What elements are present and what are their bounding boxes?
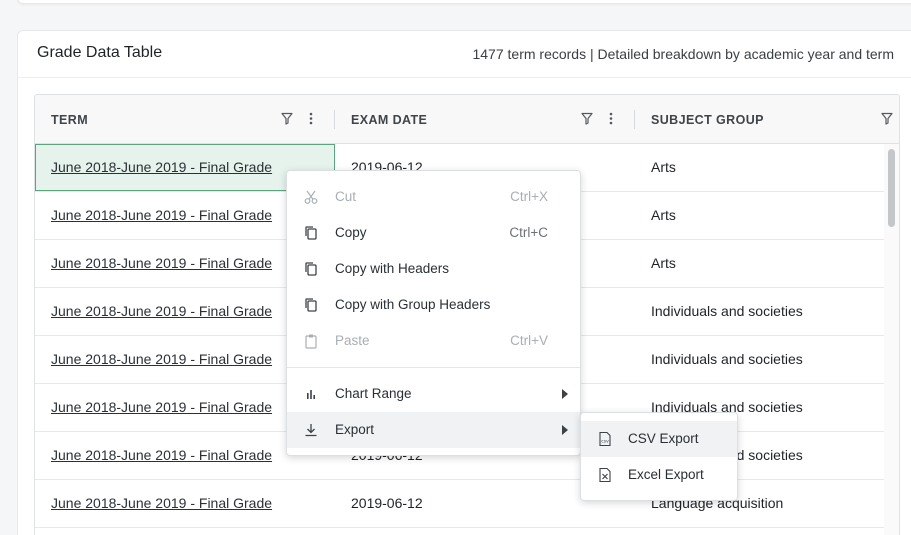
grid-header: TERM EXAM DATE SUBJECT GROUP bbox=[35, 95, 899, 144]
menu-item-cut[interactable]: Cut Ctrl+X bbox=[287, 179, 580, 215]
cell-subject-group[interactable]: Individuals and societies bbox=[635, 336, 886, 383]
menu-item-label: Cut bbox=[335, 189, 357, 204]
menu-item-label: Copy with Group Headers bbox=[335, 297, 491, 312]
column-header-label: EXAM DATE bbox=[351, 113, 428, 127]
column-header-subject-group[interactable]: SUBJECT GROUP bbox=[635, 95, 899, 144]
menu-item-excel-export[interactable]: Excel Export bbox=[581, 457, 737, 493]
table-row[interactable]: June 2018-June 2019 - Final Grade2019-06… bbox=[35, 480, 886, 528]
column-header-term[interactable]: TERM bbox=[35, 95, 335, 144]
card-subtitle: 1477 term records | Detailed breakdown b… bbox=[472, 46, 894, 62]
download-icon bbox=[305, 424, 317, 437]
copy-icon bbox=[305, 298, 317, 312]
menu-item-label: Excel Export bbox=[628, 467, 704, 482]
filter-icon[interactable] bbox=[881, 112, 893, 125]
menu-item-label: CSV Export bbox=[628, 431, 699, 446]
card-title: Grade Data Table bbox=[37, 44, 163, 61]
column-header-label: TERM bbox=[51, 113, 89, 127]
menu-item-copy-with-headers[interactable]: Copy with Headers bbox=[287, 251, 580, 287]
scissors-icon bbox=[304, 190, 318, 204]
menu-item-export[interactable]: Export bbox=[287, 412, 580, 448]
column-menu-icon[interactable] bbox=[309, 112, 313, 125]
menu-item-chart-range[interactable]: Chart Range bbox=[287, 376, 580, 412]
menu-item-label: Chart Range bbox=[335, 386, 412, 401]
cell-subject-group[interactable]: Arts bbox=[635, 192, 886, 239]
filter-icon[interactable] bbox=[281, 112, 293, 125]
menu-separator bbox=[287, 367, 580, 368]
menu-item-label: Copy bbox=[335, 225, 367, 240]
cell-subject-group[interactable]: Individuals and societies bbox=[635, 288, 886, 335]
top-card bbox=[17, 0, 911, 4]
vertical-scrollbar[interactable] bbox=[884, 144, 899, 535]
cell-subject-group[interactable]: Arts bbox=[635, 144, 886, 191]
scrollbar-thumb[interactable] bbox=[888, 149, 895, 227]
column-header-exam-date[interactable]: EXAM DATE bbox=[335, 95, 635, 144]
cell-term[interactable]: June 2018-June 2019 - Final Grade bbox=[35, 480, 335, 527]
menu-item-shortcut: Ctrl+C bbox=[509, 225, 548, 240]
clipboard-icon bbox=[305, 334, 317, 349]
chevron-right-icon bbox=[562, 389, 568, 399]
menu-item-copy[interactable]: Copy Ctrl+C bbox=[287, 215, 580, 251]
export-submenu: csv CSV Export Excel Export bbox=[580, 412, 738, 501]
menu-item-label: Copy with Headers bbox=[335, 261, 450, 276]
cell-subject-group[interactable]: Arts bbox=[635, 240, 886, 287]
csv-file-icon: csv bbox=[599, 431, 611, 447]
filter-icon[interactable] bbox=[581, 112, 593, 125]
card-header: Grade Data Table 1477 term records | Det… bbox=[18, 31, 911, 78]
bar-chart-icon bbox=[307, 390, 315, 399]
menu-item-shortcut: Ctrl+X bbox=[510, 189, 548, 204]
copy-icon bbox=[305, 226, 317, 240]
menu-item-shortcut: Ctrl+V bbox=[510, 333, 548, 348]
excel-file-icon bbox=[599, 467, 611, 483]
column-menu-icon[interactable] bbox=[609, 112, 613, 125]
context-menu: Cut Ctrl+X Copy Ctrl+C Copy with Headers… bbox=[286, 170, 581, 456]
copy-icon bbox=[305, 262, 317, 276]
svg-text:csv: csv bbox=[601, 440, 609, 445]
chevron-right-icon bbox=[562, 425, 568, 435]
menu-item-paste[interactable]: Paste Ctrl+V bbox=[287, 323, 580, 359]
column-header-label: SUBJECT GROUP bbox=[651, 113, 764, 127]
menu-item-label: Export bbox=[335, 422, 375, 437]
menu-item-label: Paste bbox=[335, 333, 370, 348]
menu-item-copy-with-group-headers[interactable]: Copy with Group Headers bbox=[287, 287, 580, 323]
menu-item-csv-export[interactable]: csv CSV Export bbox=[581, 421, 737, 457]
